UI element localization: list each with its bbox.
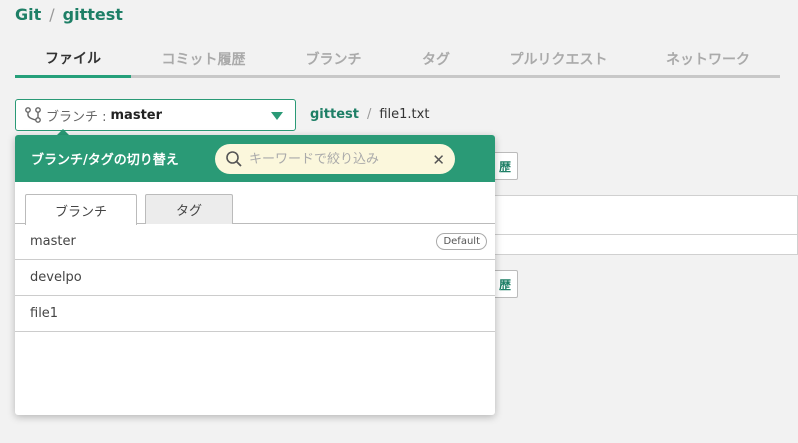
history-button-label: 歴 [498, 159, 511, 174]
breadcrumb-repo-link[interactable]: gittest [63, 5, 123, 24]
file-content-panel [480, 195, 798, 255]
tab-network[interactable]: ネットワーク [636, 40, 780, 78]
branch-selector-label: ブランチ : [46, 109, 107, 125]
subtab-tags[interactable]: タグ [145, 194, 233, 224]
tab-commit-history[interactable]: コミット履歴 [131, 40, 276, 78]
history-button-bottom-label: 歴 [498, 277, 511, 292]
branch-selector-value: master [110, 107, 163, 123]
branch-tag-switcher-popup: ブランチ/タグの切り替え ✕ ブランチ タグ master Default de… [15, 135, 495, 415]
path-repo-link[interactable]: gittest [310, 107, 359, 122]
list-item[interactable]: develpo [15, 260, 495, 296]
breadcrumb: Git / gittest [15, 5, 123, 24]
popup-header: ブランチ/タグの切り替え ✕ [15, 135, 495, 182]
branch-selector[interactable]: ブランチ : master [15, 99, 296, 131]
list-item[interactable]: file1 [15, 296, 495, 332]
chevron-down-icon [271, 112, 283, 120]
close-icon[interactable]: ✕ [432, 151, 445, 169]
breadcrumb-root-link[interactable]: Git [15, 5, 41, 24]
list-item-label: file1 [30, 306, 59, 321]
subtab-branches[interactable]: ブランチ [25, 194, 137, 225]
popup-title: ブランチ/タグの切り替え [31, 153, 179, 168]
search-input[interactable] [249, 151, 419, 167]
path-separator: / [366, 107, 372, 122]
path-file-name: file1.txt [379, 107, 430, 122]
search-icon [226, 151, 242, 167]
tab-pull-requests[interactable]: プルリクエスト [481, 40, 636, 78]
search-box: ✕ [215, 144, 455, 174]
branch-icon [25, 107, 41, 123]
file-path: gittest / file1.txt [310, 107, 429, 122]
list-item[interactable]: master Default [15, 224, 495, 260]
main-tabs: ファイル コミット履歴 ブランチ タグ プルリクエスト ネットワーク [15, 40, 780, 78]
breadcrumb-separator: / [49, 5, 55, 24]
list-item-label: develpo [30, 270, 82, 285]
default-badge: Default [436, 233, 487, 250]
tab-branches[interactable]: ブランチ [276, 40, 391, 78]
list-item-label: master [30, 234, 76, 249]
popup-subtabs: ブランチ タグ [15, 182, 495, 225]
tab-tags[interactable]: タグ [391, 40, 481, 78]
panel-divider [481, 234, 797, 235]
tab-files[interactable]: ファイル [15, 40, 131, 78]
